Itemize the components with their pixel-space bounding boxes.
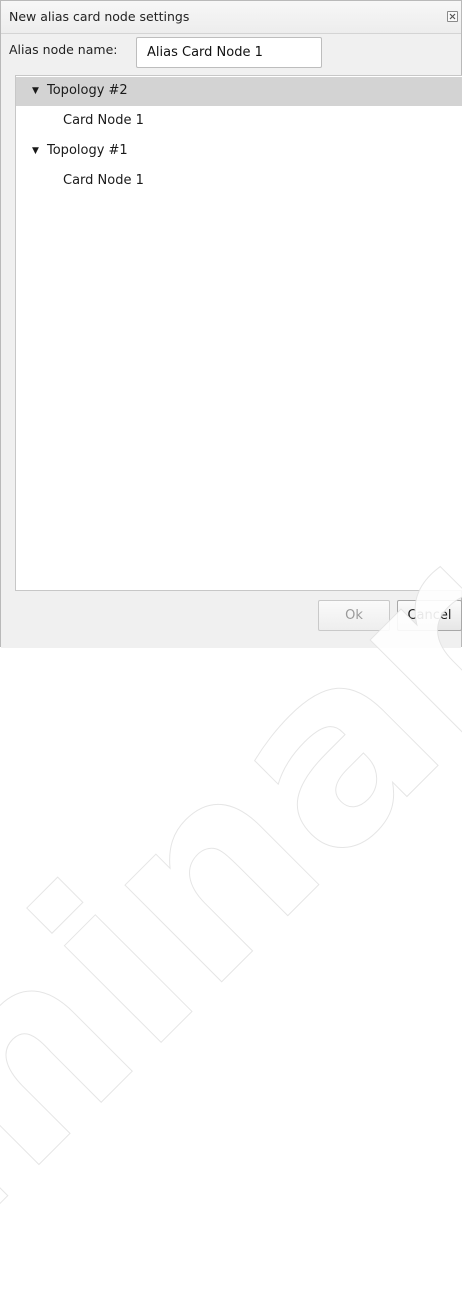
- alias-name-row: Alias node name:: [9, 37, 453, 71]
- triangle-down-icon[interactable]: ▼: [32, 146, 42, 156]
- tree-item-label: Topology #2: [47, 83, 128, 98]
- alias-node-name-input[interactable]: [136, 37, 322, 68]
- cancel-button[interactable]: Cancel: [397, 600, 462, 631]
- ok-button[interactable]: Ok: [318, 600, 390, 631]
- alias-card-node-dialog: New alias card node settings Alias node …: [0, 0, 462, 1294]
- button-bar: Ok Cancel: [1, 591, 462, 648]
- close-button[interactable]: [447, 11, 458, 22]
- triangle-down-icon[interactable]: ▼: [32, 86, 42, 96]
- dialog-title: New alias card node settings: [9, 9, 190, 24]
- tree-item-label: Card Node 1: [63, 113, 144, 128]
- tree-item-label: Card Node 1: [63, 173, 144, 188]
- tree-item-topology-2[interactable]: ▼ Topology #2: [16, 77, 462, 106]
- topology-tree[interactable]: ▼ Topology #2 Card Node 1 ▼ Topology #1 …: [15, 75, 462, 591]
- tree-item-card-node[interactable]: Card Node 1: [16, 107, 462, 136]
- alias-node-name-label: Alias node name:: [9, 42, 118, 57]
- tree-item-card-node[interactable]: Card Node 1: [16, 167, 462, 196]
- close-icon: [449, 13, 456, 20]
- tree-item-label: Topology #1: [47, 143, 128, 158]
- title-bar: New alias card node settings: [1, 1, 461, 34]
- tree-item-topology-1[interactable]: ▼ Topology #1: [16, 137, 462, 166]
